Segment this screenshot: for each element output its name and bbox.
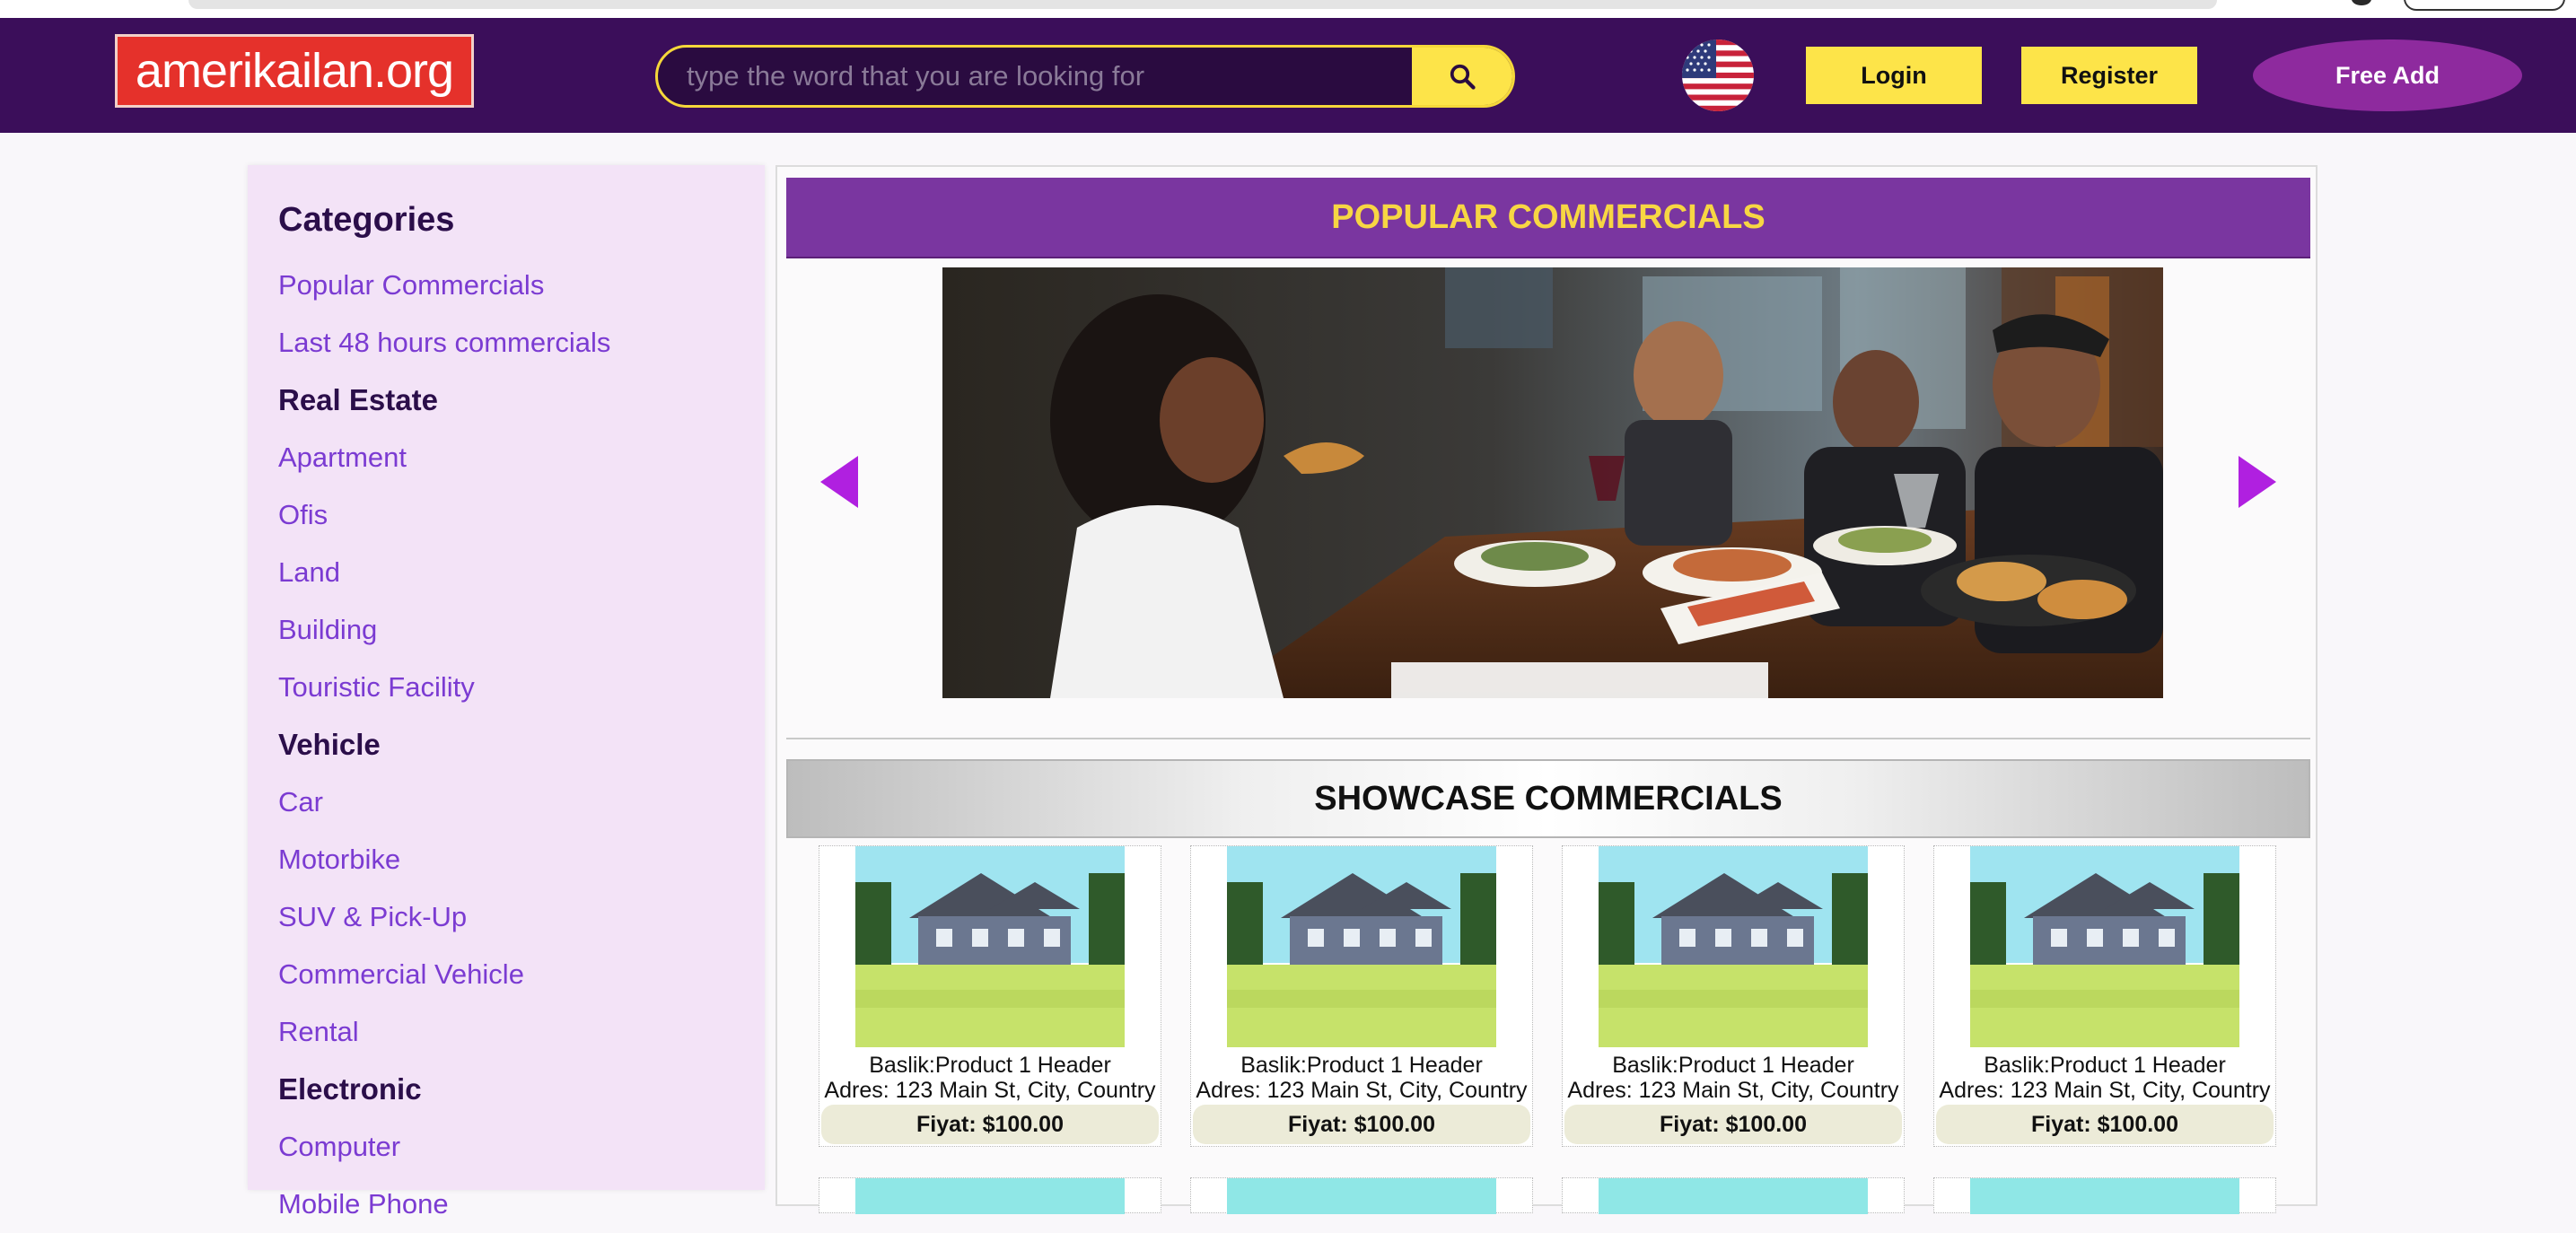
product-price: Fiyat: $100.00 (1193, 1105, 1530, 1144)
search-bar (655, 45, 1515, 108)
category-list: Popular Commercials Last 48 hours commer… (278, 257, 610, 1233)
product-image[interactable] (1227, 846, 1496, 1047)
top-pill-button[interactable] (2404, 0, 2565, 11)
product-image[interactable] (855, 846, 1125, 1047)
site-logo[interactable]: amerikailan.org (115, 34, 474, 108)
category-heading-vehicle[interactable]: Vehicle (278, 716, 610, 774)
search-button[interactable] (1412, 48, 1512, 105)
triangle-left-icon (820, 456, 858, 508)
product-card-peek[interactable] (1933, 1177, 2276, 1214)
product-price: Fiyat: $100.00 (1564, 1105, 1902, 1144)
product-address: Adres: 123 Main St, City, Country (1196, 1078, 1528, 1103)
product-image[interactable] (1599, 1178, 1868, 1214)
slider-next-button[interactable] (2237, 454, 2278, 513)
showcase-commercials-title: SHOWCASE COMMERCIALS (786, 759, 2310, 838)
product-card[interactable]: Baslik:Product 1 Header Adres: 123 Main … (1933, 845, 2276, 1147)
product-card[interactable]: Baslik:Product 1 Header Adres: 123 Main … (819, 845, 1161, 1147)
category-touristic-facility[interactable]: Touristic Facility (278, 659, 610, 716)
product-address: Adres: 123 Main St, City, Country (824, 1078, 1156, 1103)
category-rental[interactable]: Rental (278, 1003, 610, 1061)
category-motorbike[interactable]: Motorbike (278, 831, 610, 888)
product-card[interactable]: Baslik:Product 1 Header Adres: 123 Main … (1190, 845, 1533, 1147)
product-price: Fiyat: $100.00 (821, 1105, 1159, 1144)
category-ofis[interactable]: Ofis (278, 486, 610, 544)
product-title[interactable]: Baslik:Product 1 Header (819, 1053, 1161, 1079)
product-card-peek[interactable] (819, 1177, 1161, 1214)
product-image[interactable] (1970, 846, 2239, 1047)
site-header: amerikailan.org type the word that you a… (0, 18, 2576, 133)
slider-prev-button[interactable] (819, 454, 860, 513)
product-title[interactable]: Baslik:Product 1 Header (1563, 1053, 1904, 1079)
category-heading-real-estate[interactable]: Real Estate (278, 372, 610, 429)
category-car[interactable]: Car (278, 774, 610, 831)
product-address: Adres: 123 Main St, City, Country (1939, 1078, 2271, 1103)
slider-image[interactable] (942, 267, 2163, 698)
popular-commercials-title: POPULAR COMMERCIALS (786, 178, 2310, 258)
product-card[interactable]: Baslik:Product 1 Header Adres: 123 Main … (1562, 845, 1905, 1147)
category-last-48-hours[interactable]: Last 48 hours commercials (278, 314, 610, 372)
search-icon (1450, 64, 1476, 90)
product-image[interactable] (855, 1178, 1125, 1214)
category-popular-commercials[interactable]: Popular Commercials (278, 257, 610, 314)
top-avatar-icon[interactable] (2352, 0, 2371, 5)
category-computer[interactable]: Computer (278, 1118, 610, 1176)
product-address: Adres: 123 Main St, City, Country (1567, 1078, 1899, 1103)
categories-sidebar: Categories Popular Commercials Last 48 h… (248, 165, 765, 1220)
register-button[interactable]: Register (2021, 47, 2197, 104)
triangle-right-icon (2239, 456, 2276, 508)
restaurant-photo (942, 267, 2163, 698)
product-card-peek[interactable] (1562, 1177, 1905, 1214)
category-heading-electronic[interactable]: Electronic (278, 1061, 610, 1118)
product-price: Fiyat: $100.00 (1936, 1105, 2274, 1144)
sidebar-title: Categories (278, 201, 455, 239)
login-button[interactable]: Login (1806, 47, 1982, 104)
category-building[interactable]: Building (278, 601, 610, 659)
product-title[interactable]: Baslik:Product 1 Header (1934, 1053, 2275, 1079)
category-suv-pickup[interactable]: SUV & Pick-Up (278, 888, 610, 946)
category-mobile-phone[interactable]: Mobile Phone (278, 1176, 610, 1233)
category-commercial-vehicle[interactable]: Commercial Vehicle (278, 946, 610, 1003)
product-image[interactable] (1599, 846, 1868, 1047)
search-input[interactable] (658, 48, 1412, 105)
browser-top-strip (0, 0, 2576, 18)
main-content: POPULAR COMMERCIALS SHOWCASE COMMERCIALS… (775, 165, 2318, 1214)
horizontal-scrollbar[interactable] (188, 0, 2217, 9)
product-title[interactable]: Baslik:Product 1 Header (1191, 1053, 1532, 1079)
free-add-button[interactable]: Free Add (2253, 39, 2522, 111)
product-image[interactable] (1227, 1178, 1496, 1214)
us-flag-icon[interactable] (1682, 39, 1754, 111)
product-image[interactable] (1970, 1178, 2239, 1214)
category-apartment[interactable]: Apartment (278, 429, 610, 486)
category-land[interactable]: Land (278, 544, 610, 601)
section-divider (786, 738, 2310, 739)
product-card-peek[interactable] (1190, 1177, 1533, 1214)
